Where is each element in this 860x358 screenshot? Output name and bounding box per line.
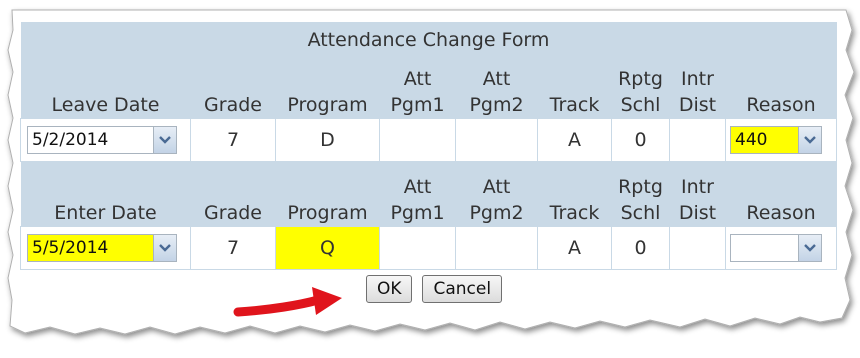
red-arrow-icon xyxy=(233,287,342,317)
